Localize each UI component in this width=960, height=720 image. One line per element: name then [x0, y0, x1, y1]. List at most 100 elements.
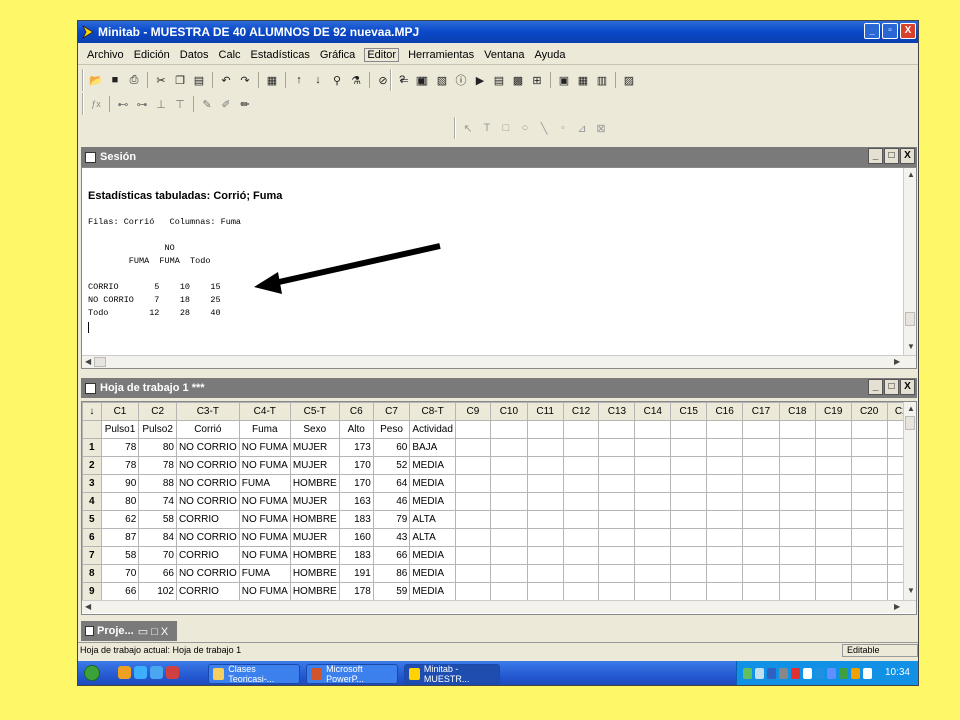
table-cell[interactable]: 60: [372, 438, 411, 457]
scroll-down-icon[interactable]: ▼: [907, 342, 915, 351]
column-id-c6[interactable]: C6: [338, 402, 374, 421]
menu-datos[interactable]: Datos: [179, 49, 210, 61]
show-session-icon[interactable]: ⇐: [396, 72, 412, 88]
table-cell[interactable]: 87: [100, 528, 140, 547]
table-cell[interactable]: 74: [138, 492, 177, 511]
quicklaunch-icon-1[interactable]: [118, 666, 131, 679]
table-cell[interactable]: [814, 528, 852, 547]
table-cell[interactable]: [454, 510, 492, 529]
table-cell[interactable]: [526, 546, 564, 565]
window-icon-2[interactable]: ▦: [575, 72, 591, 88]
ws-scroll-left-icon[interactable]: ◀: [85, 602, 91, 611]
table-cell[interactable]: [742, 438, 780, 457]
table-cell[interactable]: 183: [338, 510, 374, 529]
line-tool-icon[interactable]: ╲: [536, 120, 552, 136]
tray-icon-6[interactable]: [803, 668, 812, 679]
table-cell[interactable]: [706, 582, 744, 601]
table-cell[interactable]: NO FUMA: [238, 492, 291, 511]
table-cell[interactable]: NO CORRIO: [175, 474, 240, 493]
table-cell[interactable]: [670, 474, 708, 493]
menu-grafica[interactable]: Gráfica: [319, 49, 356, 61]
table-cell[interactable]: [634, 456, 672, 475]
column-id-c16[interactable]: C16: [706, 402, 744, 421]
table-cell[interactable]: [778, 582, 816, 601]
table-cell[interactable]: [526, 438, 564, 457]
ie-icon[interactable]: [134, 666, 147, 679]
table-cell[interactable]: 84: [138, 528, 177, 547]
table-cell[interactable]: 66: [138, 564, 177, 583]
worksheet-close-button[interactable]: X: [900, 379, 915, 395]
table-cell[interactable]: NO CORRIO: [175, 438, 240, 457]
column-name-cell[interactable]: [562, 420, 600, 439]
table-cell[interactable]: [670, 438, 708, 457]
table-cell[interactable]: [742, 528, 780, 547]
table-cell[interactable]: [850, 582, 888, 601]
table-cell[interactable]: [634, 546, 672, 565]
column-id-c1[interactable]: C1: [100, 402, 140, 421]
table-cell[interactable]: 78: [100, 438, 140, 457]
row-number[interactable]: 4: [82, 492, 102, 511]
table-cell[interactable]: [670, 492, 708, 511]
column-name-cell[interactable]: Corrió: [175, 420, 240, 439]
table-cell[interactable]: MUJER: [289, 438, 340, 457]
worksheet-grid[interactable]: ↓ C1 C2 C3-T C4-T C5-T C6 C7 C8-T C9 C10 C11 C12 C13 C…: [81, 401, 917, 615]
table-cell[interactable]: [850, 564, 888, 583]
column-id-c12[interactable]: C12: [562, 402, 600, 421]
table-cell[interactable]: [490, 546, 528, 565]
table-cell[interactable]: 170: [338, 456, 374, 475]
table-cell[interactable]: [598, 492, 636, 511]
table-cell[interactable]: 178: [338, 582, 374, 601]
table-cell[interactable]: NO FUMA: [238, 582, 291, 601]
minimize-button[interactable]: _: [864, 23, 880, 39]
table-cell[interactable]: 80: [100, 492, 140, 511]
session-window-title[interactable]: Sesión _ □ X: [81, 147, 917, 167]
h-scroll-thumb[interactable]: [94, 357, 106, 367]
menu-edicion[interactable]: Edición: [133, 49, 171, 61]
row-number[interactable]: 7: [82, 546, 102, 565]
table-cell[interactable]: HOMBRE: [289, 510, 340, 529]
table-cell[interactable]: [598, 456, 636, 475]
ws-scroll-right-icon[interactable]: ▶: [894, 602, 900, 611]
table-cell[interactable]: [742, 474, 780, 493]
redo-icon[interactable]: ↷: [237, 72, 253, 88]
column-id-c20[interactable]: C20: [850, 402, 888, 421]
table-cell[interactable]: [634, 564, 672, 583]
table-cell[interactable]: 191: [338, 564, 374, 583]
table-cell[interactable]: [778, 456, 816, 475]
table-cell[interactable]: [850, 474, 888, 493]
ellipse-tool-icon[interactable]: ○: [517, 120, 533, 136]
table-cell[interactable]: [778, 474, 816, 493]
menu-calc[interactable]: Calc: [218, 49, 242, 61]
row-number[interactable]: 6: [82, 528, 102, 547]
column-name-cell[interactable]: [598, 420, 636, 439]
formula-icon[interactable]: ƒx: [88, 96, 104, 112]
column-name-cell[interactable]: [634, 420, 672, 439]
table-cell[interactable]: NO FUMA: [238, 510, 291, 529]
table-cell[interactable]: 102: [138, 582, 177, 601]
window-icon-1[interactable]: ▣: [556, 72, 572, 88]
table-cell[interactable]: [634, 474, 672, 493]
table-cell[interactable]: NO CORRIO: [175, 528, 240, 547]
table-cell[interactable]: [706, 456, 744, 475]
table-cell[interactable]: [490, 492, 528, 511]
table-cell[interactable]: 183: [338, 546, 374, 565]
tray-icon-4[interactable]: [779, 668, 788, 679]
table-cell[interactable]: [742, 582, 780, 601]
column-id-c7[interactable]: C7: [372, 402, 411, 421]
table-cell[interactable]: [598, 528, 636, 547]
worksheet-vertical-scrollbar[interactable]: ▲ ▼: [903, 402, 916, 600]
row-number[interactable]: 1: [82, 438, 102, 457]
start-button[interactable]: [84, 665, 100, 681]
table-cell[interactable]: [490, 564, 528, 583]
table-cell[interactable]: [562, 492, 600, 511]
table-cell[interactable]: [562, 582, 600, 601]
copy-icon[interactable]: ❐: [172, 72, 188, 88]
table-cell[interactable]: [598, 546, 636, 565]
report-pad-icon[interactable]: ▤: [491, 72, 507, 88]
column-name-cell[interactable]: Actividad: [409, 420, 456, 439]
task-powerpoint[interactable]: Microsoft PowerP...: [306, 664, 398, 684]
table-cell[interactable]: [490, 474, 528, 493]
ws-scroll-thumb[interactable]: [905, 416, 915, 430]
table-cell[interactable]: [454, 564, 492, 583]
column-name-cell[interactable]: Pulso1: [100, 420, 140, 439]
